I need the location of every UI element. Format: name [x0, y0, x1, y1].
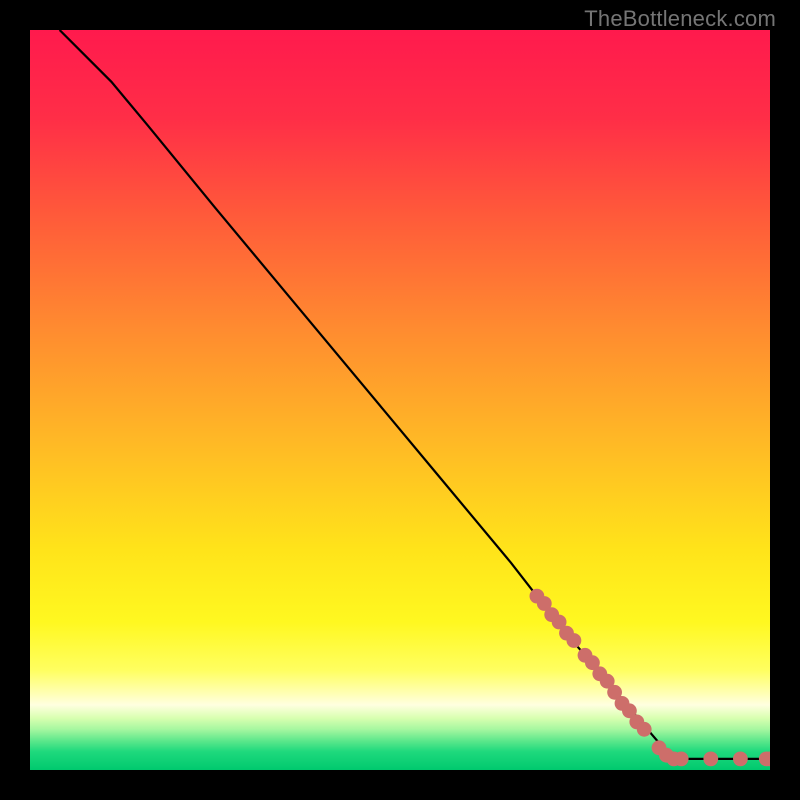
attribution-text: TheBottleneck.com — [584, 6, 776, 32]
chart-svg — [30, 30, 770, 770]
plot-area — [30, 30, 770, 770]
gradient-background — [30, 30, 770, 770]
data-marker — [637, 722, 652, 737]
data-marker — [674, 752, 689, 767]
chart-container: TheBottleneck.com — [0, 0, 800, 800]
data-marker — [733, 752, 748, 767]
data-marker — [703, 752, 718, 767]
data-marker — [567, 633, 582, 648]
